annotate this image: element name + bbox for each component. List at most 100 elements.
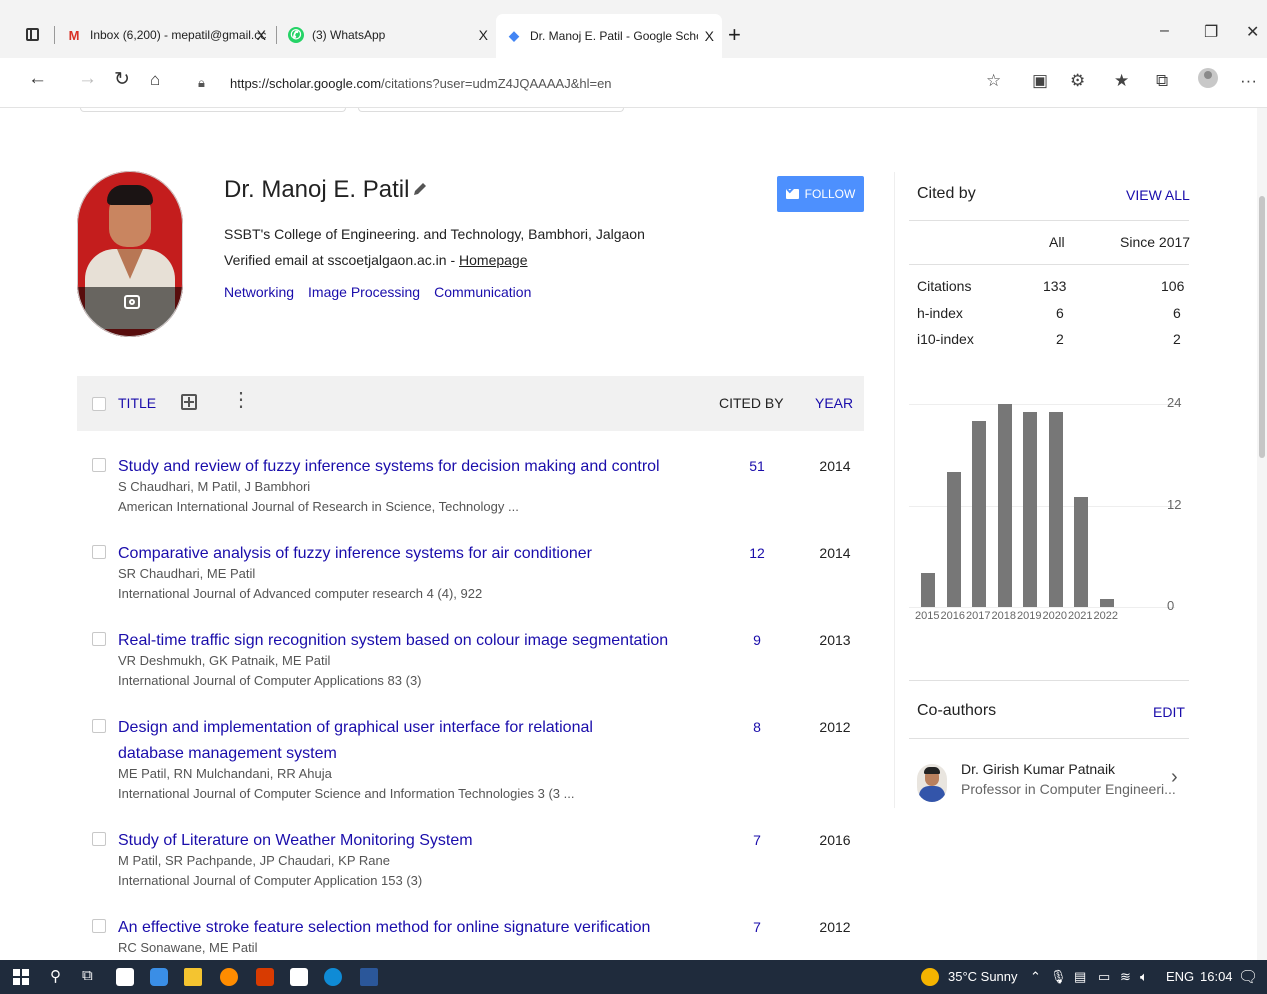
minimize-icon[interactable]: – (1160, 22, 1169, 40)
article-year: 2012 (819, 919, 851, 935)
interest-networking[interactable]: Networking (224, 284, 294, 300)
chevron-up-icon[interactable]: ⌃ (1030, 969, 1041, 985)
volume-icon[interactable]: 🔈︎ (1140, 969, 1148, 985)
cited-by-count[interactable]: 9 (737, 632, 777, 648)
tab-scholar[interactable]: ◆ Dr. Manoj E. Patil - Google Schol X (496, 14, 722, 58)
row-checkbox[interactable] (92, 832, 106, 846)
chart-bar[interactable] (921, 573, 935, 607)
favorite-add-icon[interactable]: ☆ (986, 71, 1001, 91)
row-checkbox[interactable] (92, 545, 106, 559)
coauthor-avatar[interactable] (917, 764, 947, 802)
search-app-icon[interactable] (220, 968, 238, 986)
article-title[interactable]: Study and review of fuzzy inference syst… (118, 454, 678, 480)
more-menu-icon[interactable]: ··· (1240, 71, 1257, 91)
tab-close-icon[interactable]: X (479, 27, 488, 43)
language-indicator[interactable]: ENG (1166, 969, 1194, 984)
chart-bar[interactable] (1023, 412, 1037, 607)
row-checkbox[interactable] (92, 919, 106, 933)
coauthor-name[interactable]: Dr. Girish Kumar Patnaik (961, 761, 1115, 777)
follow-button[interactable]: FOLLOW (777, 176, 864, 212)
cited-by-count[interactable]: 7 (737, 919, 777, 935)
chart-gridline (909, 607, 1175, 608)
chart-bar[interactable] (946, 471, 961, 607)
row-checkbox[interactable] (92, 458, 106, 472)
table-row: An effective stroke feature selection me… (77, 915, 864, 960)
office-icon[interactable] (256, 968, 274, 986)
hidden-search-box (358, 108, 624, 112)
collections-icon[interactable]: ⧉ (1156, 71, 1168, 91)
new-tab-icon[interactable]: + (728, 22, 741, 48)
edge-icon[interactable] (324, 968, 342, 986)
profile-avatar[interactable] (1198, 68, 1218, 88)
close-window-icon[interactable]: ✕ (1246, 22, 1259, 42)
select-all-checkbox[interactable] (92, 397, 106, 411)
article-title[interactable]: Design and implementation of graphical u… (118, 715, 638, 767)
row-checkbox[interactable] (92, 719, 106, 733)
add-article-icon[interactable] (181, 394, 197, 410)
view-all-link[interactable]: VIEW ALL (1126, 187, 1190, 203)
article-title[interactable]: An effective stroke feature selection me… (118, 915, 678, 941)
pencil-icon[interactable] (412, 181, 428, 197)
windows-start-icon[interactable] (12, 968, 30, 986)
battery-icon[interactable]: ▭ (1098, 969, 1110, 985)
article-authors: SR Chaudhari, ME Patil (118, 566, 256, 581)
task-view-icon[interactable]: ⧉ (82, 967, 93, 984)
tab-close-icon[interactable]: X (705, 28, 714, 44)
chart-bar[interactable] (1074, 497, 1088, 607)
tab-close-icon[interactable]: X (257, 27, 266, 43)
tab-separator (276, 26, 277, 44)
more-vert-icon[interactable]: ⋮ (231, 390, 251, 410)
cited-by-count[interactable]: 51 (737, 458, 777, 474)
cited-by-count[interactable]: 8 (737, 719, 777, 735)
article-title[interactable]: Real-time traffic sign recognition syste… (118, 628, 678, 654)
extension-icon[interactable]: ▣ (1032, 71, 1048, 91)
chart-bar[interactable] (972, 420, 986, 607)
tab-gmail[interactable]: M Inbox (6,200) - mepatil@gmail.cc X (56, 18, 274, 52)
cited-by-count[interactable]: 12 (737, 545, 777, 561)
weather-text[interactable]: 35°C Sunny (948, 969, 1018, 984)
whatsapp-icon: ✆ (288, 27, 304, 43)
sort-by-title[interactable]: TITLE (118, 395, 156, 411)
puzzle-icon[interactable]: ⚙ (1070, 71, 1085, 91)
notifications-icon[interactable]: 🗨︎ (1238, 967, 1258, 987)
profile-photo[interactable] (77, 171, 183, 337)
forward-icon[interactable]: → (78, 68, 97, 90)
back-icon[interactable]: ← (28, 68, 47, 90)
row-checkbox[interactable] (92, 632, 106, 646)
tab-whatsapp[interactable]: ✆ (3) WhatsApp X (278, 18, 496, 52)
clock[interactable]: 16:04 (1200, 969, 1233, 984)
article-year: 2016 (819, 832, 851, 848)
chart-bar[interactable] (1099, 598, 1114, 607)
tab-actions-button[interactable] (14, 24, 54, 46)
homepage-link[interactable]: Homepage (459, 252, 528, 268)
mail-icon[interactable] (290, 968, 308, 986)
home-icon[interactable]: ⌂ (150, 70, 160, 90)
chart-bar[interactable] (997, 404, 1012, 607)
store-icon[interactable] (116, 968, 134, 986)
article-title[interactable]: Comparative analysis of fuzzy inference … (118, 541, 638, 567)
article-title[interactable]: Study of Literature on Weather Monitorin… (118, 828, 638, 854)
favorites-icon[interactable]: ★ (1114, 71, 1129, 91)
interest-image-processing[interactable]: Image Processing (308, 284, 420, 300)
interest-communication[interactable]: Communication (434, 284, 531, 300)
reload-icon[interactable]: ↻ (114, 68, 130, 91)
chart-bar[interactable] (1048, 412, 1063, 607)
network-icon[interactable]: ▤ (1074, 969, 1086, 985)
word-icon[interactable] (360, 968, 378, 986)
wifi-icon[interactable]: ≋ (1120, 969, 1131, 985)
sort-by-cited[interactable]: CITED BY (719, 395, 784, 411)
coauthors-edit-link[interactable]: EDIT (1153, 704, 1185, 720)
follow-label: FOLLOW (804, 187, 856, 201)
page-scrollbar[interactable] (1257, 108, 1267, 960)
cited-by-count[interactable]: 7 (737, 832, 777, 848)
weather-icon[interactable] (921, 968, 939, 986)
chevron-right-icon[interactable]: › (1171, 766, 1178, 789)
chart-y-tick-label: 24 (1167, 395, 1182, 410)
microphone-icon[interactable]: 🎙︎ (1050, 969, 1067, 985)
search-icon[interactable]: ⚲ (50, 967, 61, 985)
restore-icon[interactable]: ❐ (1204, 22, 1218, 42)
sort-by-year[interactable]: YEAR (815, 395, 853, 411)
scrollbar-thumb[interactable] (1259, 196, 1265, 458)
file-explorer-icon[interactable] (184, 968, 202, 986)
app-icon[interactable] (150, 968, 168, 986)
